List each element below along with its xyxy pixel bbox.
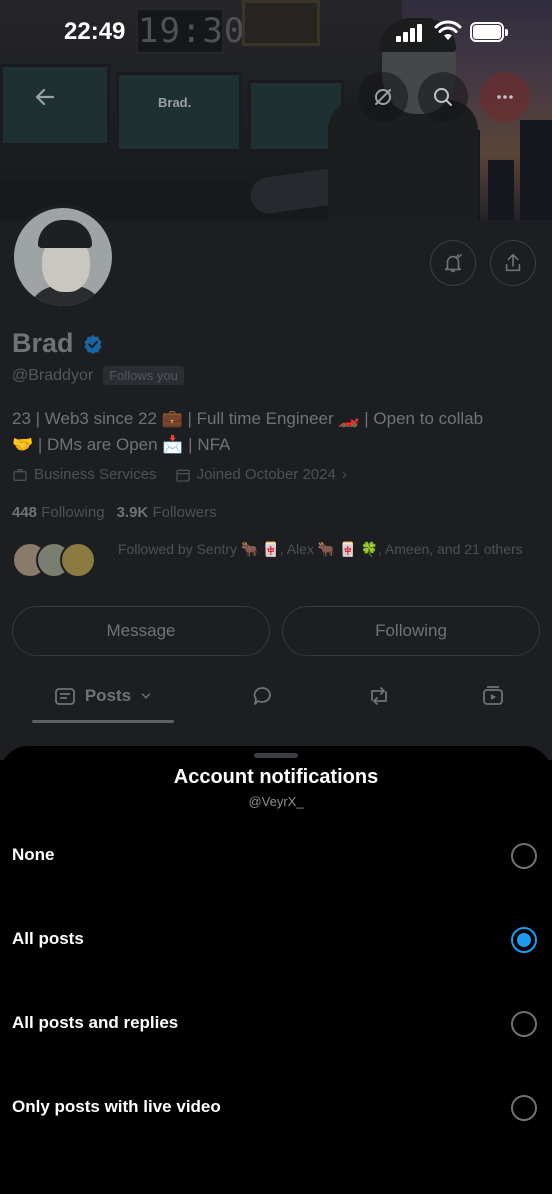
- account-notifications-sheet: Account notifications @VeyrX_ None All p…: [0, 746, 552, 1194]
- message-button[interactable]: Message: [12, 606, 270, 656]
- profile-meta: Business Services Joined October 2024 ›: [12, 466, 347, 483]
- tab-posts[interactable]: Posts: [32, 672, 174, 720]
- wifi-icon: [434, 20, 462, 40]
- option-label: All posts and replies: [12, 1013, 179, 1032]
- option-label: None: [12, 845, 55, 864]
- following-label: Following: [41, 504, 105, 521]
- following-count: 448: [12, 504, 38, 521]
- tab-videos[interactable]: [468, 672, 518, 720]
- status-time: 22:49: [64, 18, 126, 45]
- follows-you-badge: Follows you: [103, 366, 184, 385]
- back-button[interactable]: [20, 72, 70, 122]
- chevron-right-icon: ›: [341, 466, 347, 483]
- bio-line: 23 | Web3 since 22 💼 | Full time Enginee…: [12, 409, 484, 428]
- share-button[interactable]: [490, 240, 536, 286]
- followers-stat[interactable]: 3.9K Followers: [117, 504, 217, 521]
- profile-handle-row: @Braddyor Follows you: [12, 366, 184, 385]
- followed-by-text: Followed by Sentry 🐂 🀄, Alex 🐂 🀄 🍀, Amee…: [118, 541, 523, 557]
- bio-line: 🤝 | DMs are Open 📩 | NFA: [12, 435, 231, 454]
- option-all-posts-and-replies[interactable]: All posts and replies: [0, 995, 552, 1055]
- option-live-video-posts[interactable]: Only posts with live video: [0, 1079, 552, 1139]
- followers-count: 3.9K: [116, 504, 149, 521]
- profile-joined: Joined October 2024: [196, 466, 336, 483]
- radio-button[interactable]: [511, 1011, 537, 1037]
- profile-stats: 448 Following 3.9K Followers: [12, 504, 217, 521]
- profile-page: 19:30 22:49 Brad. Brad @Braddyor Follows…: [0, 0, 552, 760]
- briefcase-icon: [13, 468, 27, 481]
- profile-tabs: Posts: [0, 672, 552, 724]
- profile-category: Business Services: [34, 466, 157, 483]
- share-icon: [505, 253, 521, 272]
- video-icon: [483, 686, 503, 705]
- option-label: Only posts with live video: [12, 1097, 221, 1116]
- profile-bio: 23 | Web3 since 22 💼 | Full time Enginee…: [12, 406, 542, 458]
- verified-icon: [83, 334, 102, 354]
- notifications-bell-button[interactable]: [430, 240, 476, 286]
- avatar: [60, 542, 96, 578]
- tab-reposts[interactable]: [354, 672, 404, 720]
- reply-icon: [253, 687, 271, 705]
- grok-button[interactable]: [358, 72, 408, 122]
- follower-avatars: [12, 538, 104, 580]
- following-button[interactable]: Following: [282, 606, 540, 656]
- followed-by-row[interactable]: Followed by Sentry 🐂 🀄, Alex 🐂 🀄 🍀, Amee…: [12, 538, 538, 580]
- search-button[interactable]: [418, 72, 468, 122]
- sheet-subtitle: @VeyrX_: [248, 794, 304, 809]
- posts-icon: [54, 688, 75, 705]
- tab-active-indicator: [32, 720, 174, 723]
- sheet-grabber[interactable]: [254, 753, 298, 758]
- profile-handle: @Braddyor: [12, 366, 94, 384]
- banner-brand-text: Brad.: [158, 95, 192, 110]
- back-arrow-icon: [35, 88, 55, 106]
- chevron-down-icon: [141, 693, 151, 699]
- cellular-signal-icon: [396, 24, 422, 42]
- more-button[interactable]: [480, 72, 530, 122]
- profile-name-text: Brad: [12, 328, 74, 358]
- calendar-icon: [175, 469, 190, 482]
- profile-name: Brad: [12, 328, 104, 359]
- option-none[interactable]: None: [0, 827, 552, 887]
- radio-button-selected[interactable]: [511, 927, 537, 953]
- tab-posts-label: Posts: [84, 686, 132, 705]
- avatar[interactable]: [10, 204, 116, 310]
- grok-icon: [375, 89, 391, 105]
- status-bar: 22:49: [0, 0, 552, 64]
- option-all-posts[interactable]: All posts: [0, 911, 552, 971]
- radio-button[interactable]: [511, 1095, 537, 1121]
- repost-icon: [371, 687, 387, 705]
- search-icon: [434, 88, 452, 106]
- option-label: All posts: [12, 929, 84, 948]
- sheet-title: Account notifications: [173, 766, 379, 788]
- following-stat[interactable]: 448 Following: [12, 504, 105, 521]
- bell-icon: [444, 254, 462, 273]
- radio-button[interactable]: [511, 843, 537, 869]
- followers-label: Followers: [152, 504, 217, 521]
- battery-icon: [470, 22, 508, 42]
- more-icon: [497, 95, 513, 99]
- tab-replies[interactable]: [238, 672, 288, 720]
